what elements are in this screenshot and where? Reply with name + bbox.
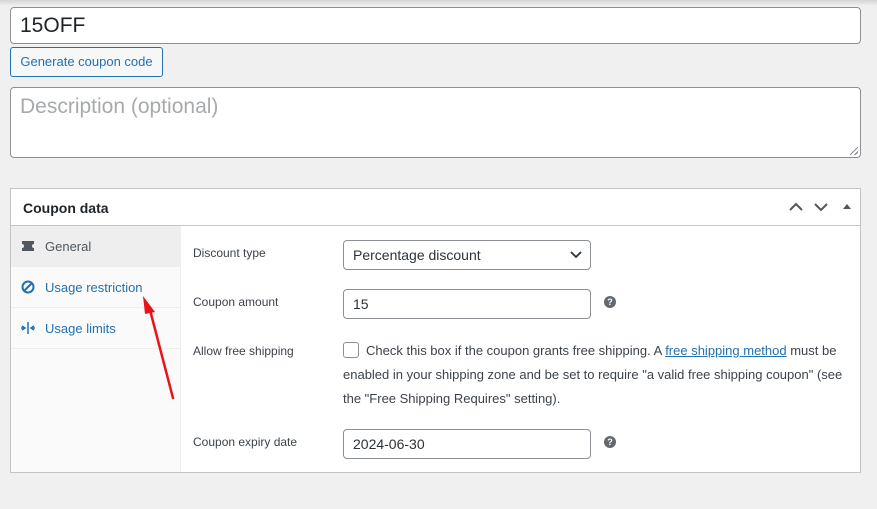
resize-grip-icon[interactable] (850, 147, 858, 155)
move-down-icon[interactable] (812, 198, 830, 216)
tab-usage-restriction[interactable]: Usage restriction (11, 267, 180, 308)
coupon-amount-label: Coupon amount (193, 295, 279, 309)
panel-header: Coupon data (11, 189, 860, 226)
help-tip-icon[interactable]: ? (604, 296, 616, 308)
free-shipping-description: Check this box if the coupon grants free… (343, 339, 853, 411)
coupon-code-input[interactable]: 15OFF (10, 7, 861, 44)
expiry-date-input[interactable]: 2024-06-30 (343, 429, 591, 459)
tab-general-label: General (45, 239, 92, 254)
coupon-amount-input[interactable]: 15 (343, 289, 591, 319)
coupon-data-panel: Coupon data General Usage restriction Us… (10, 188, 861, 473)
chevron-down-icon (570, 251, 582, 259)
panel-title: Coupon data (23, 200, 109, 216)
free-shipping-method-link[interactable]: free shipping method (665, 343, 786, 358)
description-textarea[interactable]: Description (optional) (10, 87, 861, 158)
tab-usage-limits[interactable]: Usage limits (11, 308, 180, 349)
limits-icon (21, 322, 35, 334)
coupon-tabs-sidebar: General Usage restriction Usage limits (11, 226, 181, 472)
discount-type-value: Percentage discount (353, 247, 481, 263)
discount-type-select[interactable]: Percentage discount (343, 240, 591, 270)
restricted-icon (21, 280, 35, 294)
collapse-toggle-icon[interactable] (838, 198, 856, 216)
description-placeholder: Description (optional) (20, 95, 219, 118)
discount-type-label: Discount type (193, 246, 266, 260)
tab-general[interactable]: General (11, 226, 180, 267)
move-up-icon[interactable] (787, 198, 805, 216)
expiry-date-label: Coupon expiry date (193, 435, 298, 449)
free-shipping-label: Allow free shipping (193, 344, 294, 358)
help-tip-icon[interactable]: ? (604, 436, 616, 448)
tab-usage-restriction-label: Usage restriction (45, 280, 143, 295)
top-shadow (0, 0, 877, 6)
free-shipping-text-before: Check this box if the coupon grants free… (366, 343, 666, 358)
general-options-panel: Discount type Percentage discount Coupon… (181, 226, 860, 472)
generate-coupon-button[interactable]: Generate coupon code (10, 47, 163, 77)
ticket-icon (22, 241, 34, 251)
tab-usage-limits-label: Usage limits (45, 321, 116, 336)
